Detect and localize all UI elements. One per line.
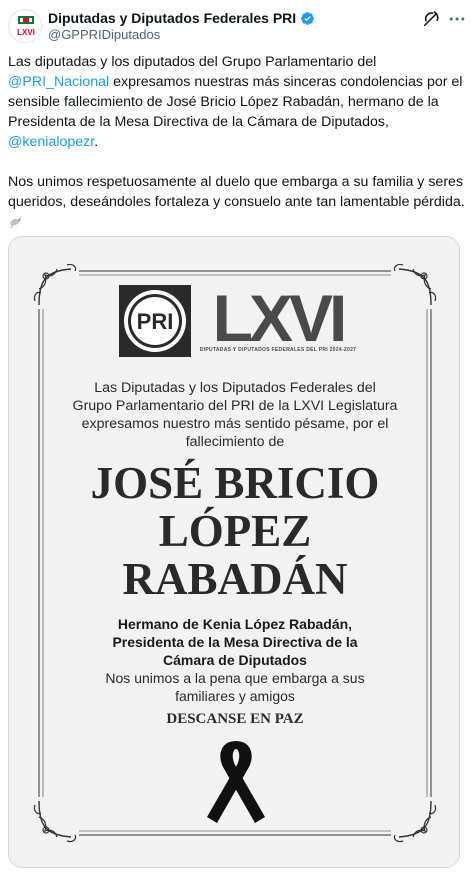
intro-line: Grupo Parlamentario del PRI de la LXVI L… (72, 398, 398, 414)
relation-line: Cámara de Diputados (163, 652, 307, 668)
intro-line: fallecimiento de (185, 434, 285, 450)
tweet-text: Las diputadas y los diputados del Grupo … (8, 52, 470, 252)
corner-ornament-icon (389, 261, 439, 311)
condolence-text: Nos unimos a la pena que embarga a sus f… (29, 669, 441, 705)
tweet-paragraph-1: Las diputadas y los diputados del Grupo … (8, 52, 470, 152)
mention-link-pri-nacional[interactable]: @PRI_Nacional (8, 74, 109, 90)
lxvi-logo-text: LXVI (213, 283, 344, 355)
verified-badge-icon (300, 11, 315, 26)
tweet-text-segment: Las diputadas y los diputados del Grupo … (8, 54, 377, 70)
pri-logo-text: PRI (137, 309, 174, 334)
intro-line: expresamos nuestro más sentido pésame, p… (81, 416, 389, 432)
corner-ornament-icon (31, 261, 81, 311)
avatar-text: LXVI (17, 28, 35, 37)
deceased-name: JOSÉ BRICIO LÓPEZ RABADÁN (19, 459, 451, 603)
logos: PRI LXVI DIPUTADAS Y DIPUTADOS FEDERALES… (119, 283, 359, 359)
tweet-text-segment: Nos unimos respetuosamente al duelo que … (8, 174, 465, 210)
avatar[interactable]: LXVI (8, 9, 42, 43)
name-line: LÓPEZ (158, 506, 312, 556)
pri-lxvi-logo-icon: LXVI (10, 11, 41, 42)
tweet-media-image[interactable]: PRI LXVI DIPUTADAS Y DIPUTADOS FEDERALES… (8, 236, 460, 868)
lxvi-subtitle: DIPUTADAS Y DIPUTADOS FEDERALES DEL PRI … (199, 347, 357, 353)
name-line: RABADÁN (122, 554, 348, 604)
intro-line: Las Diputadas y los Diputados Federales … (94, 380, 376, 396)
mention-link-kenialopezr[interactable]: @kenialopezr (8, 134, 94, 150)
corner-ornament-icon (389, 795, 439, 845)
condolence-line: familiares y amigos (175, 688, 295, 704)
pri-logo-icon: PRI (119, 285, 191, 357)
name-line: JOSÉ BRICIO (90, 458, 380, 508)
condolence-card: PRI LXVI DIPUTADAS Y DIPUTADOS FEDERALES… (9, 237, 459, 867)
mourning-ribbon-icon (203, 737, 269, 827)
corner-ornament-icon (31, 795, 81, 845)
card-intro: Las Diputadas y los Diputados Federales … (29, 379, 441, 451)
dove-icon (8, 213, 24, 229)
more-button[interactable] (447, 9, 467, 29)
relation-text: Hermano de Kenia López Rabadán, Presiden… (29, 615, 441, 669)
display-name[interactable]: Diputadas y Diputados Federales PRI (48, 10, 296, 26)
relation-line: Presidenta de la Mesa Directiva de la (112, 634, 358, 650)
rest-in-peace-text: DESCANSE EN PAZ (166, 711, 304, 727)
tweet-header: LXVI Diputadas y Diputados Federales PRI… (0, 0, 475, 50)
handle[interactable]: @GPPRIDiputados (48, 27, 160, 42)
name-row: Diputadas y Diputados Federales PRI (48, 9, 315, 27)
more-dots-icon (449, 17, 465, 21)
grok-button[interactable] (421, 9, 441, 29)
grok-icon (423, 11, 439, 27)
tweet-text-segment: . (94, 134, 99, 150)
condolence-line: Nos unimos a la pena que embarga a sus (105, 670, 365, 686)
tweet-paragraph-2: Nos unimos respetuosamente al duelo que … (8, 172, 470, 232)
relation-line: Hermano de Kenia López Rabadán, (117, 616, 353, 632)
